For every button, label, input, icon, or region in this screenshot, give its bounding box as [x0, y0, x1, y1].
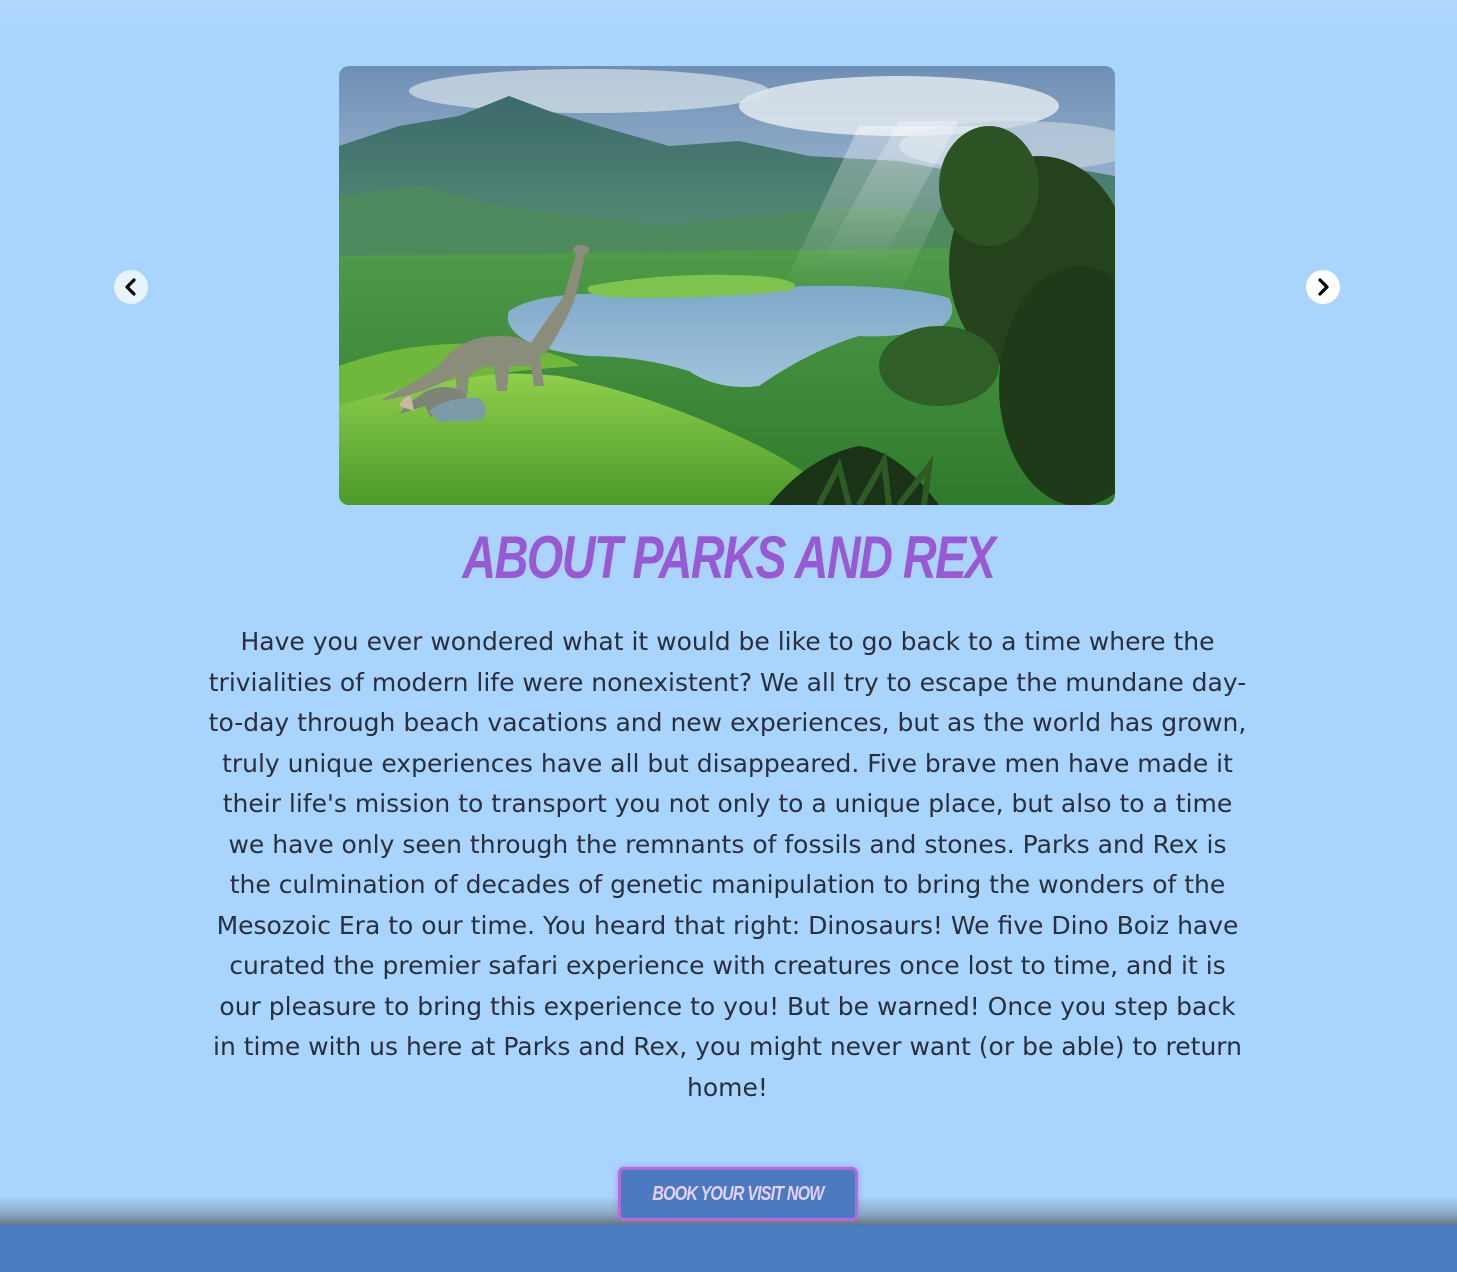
landscape-image — [339, 66, 1115, 505]
chevron-right-icon — [1318, 278, 1329, 296]
footer-bar — [0, 1225, 1457, 1272]
carousel-next-button[interactable] — [1306, 270, 1340, 304]
book-visit-button-label: Book Your Visit Now — [652, 1182, 824, 1205]
chevron-left-icon — [125, 278, 136, 296]
about-paragraph: Have you ever wondered what it would be … — [208, 627, 1247, 1102]
image-carousel — [0, 0, 1457, 520]
page: About Parks and Rex Have you ever wonder… — [0, 0, 1457, 1272]
book-visit-button[interactable]: Book Your Visit Now — [618, 1167, 858, 1221]
about-title: About Parks and Rex — [462, 524, 996, 591]
carousel-prev-button[interactable] — [114, 270, 148, 304]
carousel-slide-image — [339, 66, 1115, 505]
